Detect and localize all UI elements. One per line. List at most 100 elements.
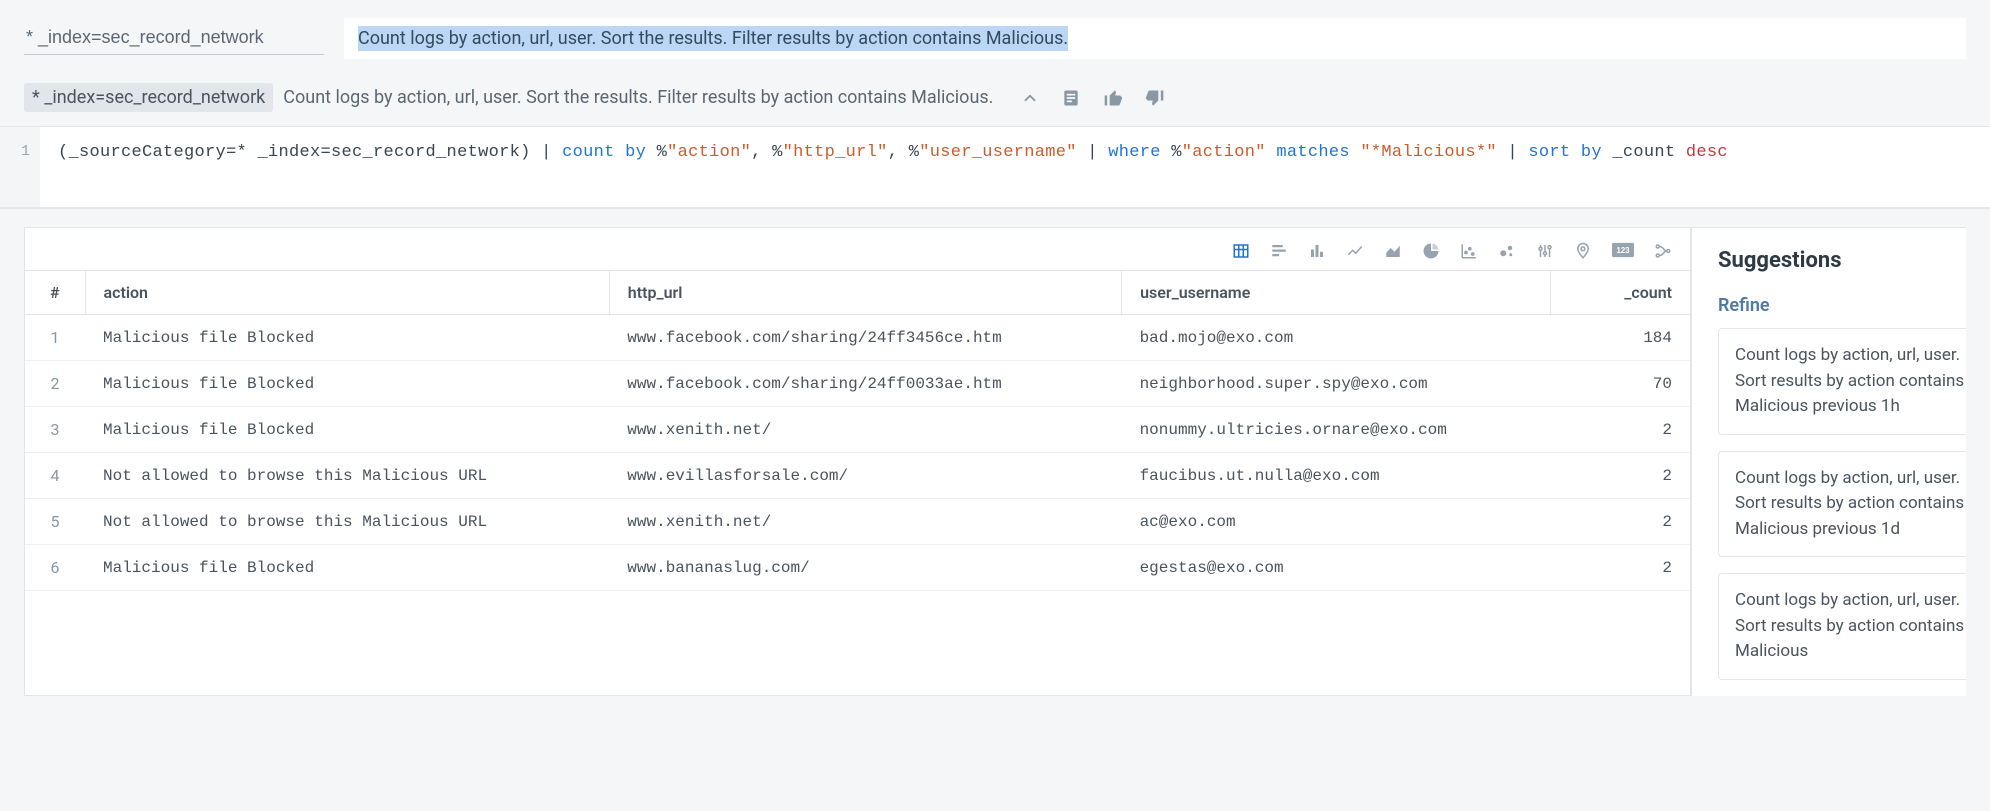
cell-url: www.xenith.net/: [609, 499, 1121, 545]
col-count[interactable]: _count: [1550, 271, 1690, 315]
map-pin-icon[interactable]: [1574, 242, 1592, 260]
query-token: , %: [888, 143, 920, 162]
query-token: count by: [562, 143, 646, 162]
main-panel: 123 # action http_url user_username _cou…: [0, 209, 1990, 696]
query-token: sort by: [1528, 143, 1602, 162]
cell-count: 2: [1550, 407, 1690, 453]
area-chart-icon[interactable]: [1384, 242, 1402, 260]
query-input-row: Count logs by action, url, user. Sort th…: [0, 0, 1990, 69]
prompt-highlight: Count logs by action, url, user. Sort th…: [358, 26, 1068, 51]
table-row[interactable]: 5Not allowed to browse this Malicious UR…: [25, 499, 1690, 545]
query-token: "action": [1182, 143, 1266, 162]
results-panel: 123 # action http_url user_username _cou…: [24, 227, 1691, 696]
breadcrumb-text: Count logs by action, url, user. Sort th…: [283, 87, 993, 108]
refine-label: Refine: [1718, 295, 1966, 316]
line-chart-icon[interactable]: [1346, 242, 1364, 260]
query-token: matches: [1276, 143, 1350, 162]
query-token: |: [541, 143, 562, 162]
query-token: |: [1077, 143, 1109, 162]
cell-url: www.bananaslug.com/: [609, 545, 1121, 591]
cell-index: 4: [25, 453, 85, 499]
cell-action: Malicious file Blocked: [85, 361, 609, 407]
query-token: %: [1161, 143, 1182, 162]
query-token: _count: [1602, 143, 1686, 162]
cell-url: www.xenith.net/: [609, 407, 1121, 453]
cell-count: 2: [1550, 453, 1690, 499]
cell-url: www.evillasforsale.com/: [609, 453, 1121, 499]
results-table: # action http_url user_username _count 1…: [25, 270, 1690, 591]
query-token: "*Malicious*": [1360, 143, 1497, 162]
line-number: 1: [0, 127, 40, 207]
cell-index: 1: [25, 315, 85, 361]
breadcrumb: * _index=sec_record_network Count logs b…: [0, 69, 1990, 127]
cell-user: egestas@exo.com: [1122, 545, 1550, 591]
suggestion-card[interactable]: Count logs by action, url, user. Sort re…: [1718, 573, 1966, 680]
thumbs-up-icon[interactable]: [1103, 88, 1123, 108]
query-token: "http_url": [783, 143, 888, 162]
bar-chart-icon[interactable]: [1308, 242, 1326, 260]
suggestions-sidebar: Suggestions Refine Count logs by action,…: [1691, 227, 1966, 696]
cell-index: 5: [25, 499, 85, 545]
cell-count: 70: [1550, 361, 1690, 407]
cell-action: Malicious file Blocked: [85, 315, 609, 361]
cell-user: neighborhood.super.spy@exo.com: [1122, 361, 1550, 407]
query-token: "user_username": [919, 143, 1077, 162]
query-code[interactable]: (_sourceCategory=* _index=sec_record_net…: [40, 127, 1990, 207]
cell-user: bad.mojo@exo.com: [1122, 315, 1550, 361]
suggestion-card[interactable]: Count logs by action, url, user. Sort re…: [1718, 451, 1966, 558]
pie-chart-icon[interactable]: [1422, 242, 1440, 260]
cell-action: Malicious file Blocked: [85, 407, 609, 453]
generated-query: 1 (_sourceCategory=* _index=sec_record_n…: [0, 127, 1990, 209]
cell-index: 6: [25, 545, 85, 591]
cell-count: 184: [1550, 315, 1690, 361]
scatter-chart-icon[interactable]: [1460, 242, 1478, 260]
settings-sliders-icon[interactable]: [1536, 242, 1554, 260]
table-row[interactable]: 6Malicious file Blockedwww.bananaslug.co…: [25, 545, 1690, 591]
prompt-input[interactable]: Count logs by action, url, user. Sort th…: [344, 18, 1966, 59]
query-token: (_sourceCategory=* _index=sec_record_net…: [58, 143, 541, 162]
query-token: , %: [751, 143, 783, 162]
viz-toolbar: 123: [25, 228, 1690, 270]
col-index[interactable]: #: [25, 271, 85, 315]
suggestion-card[interactable]: Count logs by action, url, user. Sort re…: [1718, 328, 1966, 435]
scope-chip: * _index=sec_record_network: [24, 83, 273, 112]
col-user[interactable]: user_username: [1122, 271, 1550, 315]
table-row[interactable]: 4Not allowed to browse this Malicious UR…: [25, 453, 1690, 499]
suggestions-title: Suggestions: [1718, 248, 1966, 273]
query-token: |: [1497, 143, 1529, 162]
col-url[interactable]: http_url: [609, 271, 1121, 315]
single-value-icon[interactable]: 123: [1612, 242, 1634, 260]
cell-action: Not allowed to browse this Malicious URL: [85, 453, 609, 499]
cell-count: 2: [1550, 499, 1690, 545]
hbar-chart-icon[interactable]: [1270, 242, 1288, 260]
cell-user: ac@exo.com: [1122, 499, 1550, 545]
cell-action: Not allowed to browse this Malicious URL: [85, 499, 609, 545]
table-view-icon[interactable]: [1232, 242, 1250, 260]
notes-icon[interactable]: [1061, 88, 1081, 108]
cell-index: 3: [25, 407, 85, 453]
svg-text:123: 123: [1616, 246, 1630, 255]
col-action[interactable]: action: [85, 271, 609, 315]
query-token: "action": [667, 143, 751, 162]
query-token: where: [1108, 143, 1161, 162]
collapse-icon[interactable]: [1021, 89, 1039, 107]
table-row[interactable]: 2Malicious file Blockedwww.facebook.com/…: [25, 361, 1690, 407]
cell-action: Malicious file Blocked: [85, 545, 609, 591]
query-token: desc: [1686, 143, 1728, 162]
cell-user: nonummy.ultricies.ornare@exo.com: [1122, 407, 1550, 453]
table-row[interactable]: 1Malicious file Blockedwww.facebook.com/…: [25, 315, 1690, 361]
query-token: [1350, 143, 1361, 162]
table-header-row: # action http_url user_username _count: [25, 271, 1690, 315]
cell-index: 2: [25, 361, 85, 407]
cell-url: www.facebook.com/sharing/24ff3456ce.htm: [609, 315, 1121, 361]
cell-url: www.facebook.com/sharing/24ff0033ae.htm: [609, 361, 1121, 407]
sankey-icon[interactable]: [1654, 242, 1672, 260]
thumbs-down-icon[interactable]: [1145, 88, 1165, 108]
query-token: %: [646, 143, 667, 162]
table-row[interactable]: 3Malicious file Blockedwww.xenith.net/no…: [25, 407, 1690, 453]
cell-user: faucibus.ut.nulla@exo.com: [1122, 453, 1550, 499]
breadcrumb-actions: [1021, 88, 1165, 108]
scope-input[interactable]: [24, 23, 324, 55]
query-token: [1266, 143, 1277, 162]
bubble-chart-icon[interactable]: [1498, 242, 1516, 260]
